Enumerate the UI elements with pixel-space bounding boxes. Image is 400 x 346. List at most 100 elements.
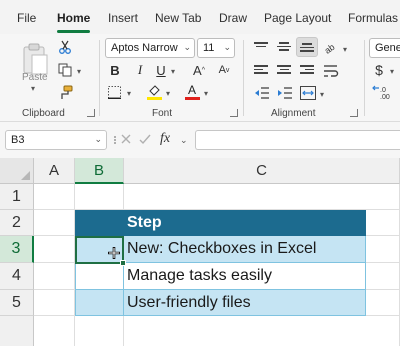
- copy-dropdown-icon[interactable]: ▾: [77, 67, 81, 76]
- row-header-1[interactable]: 1: [0, 184, 34, 210]
- format-painter-button[interactable]: [57, 84, 73, 100]
- cell-b1[interactable]: [75, 184, 124, 210]
- name-box-value: B3: [11, 134, 25, 146]
- increase-indent-button[interactable]: [277, 86, 293, 100]
- tab-file[interactable]: File: [17, 11, 36, 25]
- shrink-font-label: A: [218, 64, 226, 76]
- tab-insert[interactable]: Insert: [108, 11, 138, 25]
- cell-b6[interactable]: [75, 316, 124, 346]
- row-header-3[interactable]: 3: [0, 236, 34, 263]
- paint-bucket-icon: [146, 85, 162, 100]
- worksheet-grid[interactable]: A B C 1 2 3 4 5 Step New: Checkboxes in …: [0, 158, 400, 346]
- currency-button[interactable]: $: [373, 62, 385, 78]
- enter-check-icon[interactable]: [139, 134, 151, 145]
- font-color-dropdown-icon[interactable]: ▾: [204, 89, 208, 98]
- currency-dropdown-icon[interactable]: ▾: [390, 67, 394, 76]
- cell-c2[interactable]: Step: [124, 210, 366, 236]
- tab-new-tab[interactable]: New Tab: [155, 11, 201, 25]
- font-group-label: Font: [152, 108, 173, 119]
- orientation-dropdown-icon[interactable]: ▾: [343, 45, 347, 54]
- font-size-dropdown[interactable]: 11 ⌄: [197, 38, 235, 58]
- align-top-icon[interactable]: [254, 42, 268, 54]
- align-middle-icon[interactable]: [277, 42, 291, 54]
- number-format-dropdown[interactable]: Genera: [369, 38, 400, 58]
- name-box[interactable]: B3 ⌄: [5, 130, 107, 150]
- wrap-text-button[interactable]: [323, 64, 339, 78]
- underline-button[interactable]: U: [154, 62, 168, 78]
- cell-c1[interactable]: [124, 184, 400, 210]
- align-bottom-icon: [300, 43, 314, 55]
- group-separator: [99, 40, 100, 116]
- font-size-value: 11: [203, 42, 215, 54]
- tab-home[interactable]: Home: [57, 11, 90, 25]
- decrease-indent-button[interactable]: [254, 86, 270, 100]
- borders-button[interactable]: [106, 84, 122, 100]
- row-header-5[interactable]: 5: [0, 290, 34, 316]
- paste-dropdown-icon[interactable]: ▾: [31, 84, 35, 93]
- cell-b2[interactable]: [75, 210, 124, 236]
- cut-button[interactable]: [57, 39, 73, 55]
- clipboard-launcher-icon[interactable]: [87, 109, 95, 117]
- merge-center-button[interactable]: [300, 86, 316, 100]
- cell-d2[interactable]: [366, 210, 400, 236]
- cell-c3[interactable]: New: Checkboxes in Excel: [124, 236, 366, 263]
- merge-dropdown-icon[interactable]: ▾: [320, 90, 324, 99]
- cell-c4[interactable]: Manage tasks easily: [124, 263, 366, 290]
- bold-button[interactable]: B: [108, 62, 122, 78]
- cell-a2[interactable]: [34, 210, 75, 236]
- cancel-icon[interactable]: [121, 134, 131, 144]
- fill-color-dropdown-icon[interactable]: ▾: [166, 89, 170, 98]
- cell-a3[interactable]: [34, 236, 75, 263]
- cell-a1[interactable]: [34, 184, 75, 210]
- underline-dropdown-icon[interactable]: ▾: [171, 67, 175, 76]
- column-header-b[interactable]: B: [75, 158, 124, 184]
- increase-decimal-button[interactable]: .0 .00: [372, 84, 400, 100]
- format-painter-icon: [60, 85, 72, 99]
- row-header-6[interactable]: [0, 316, 34, 346]
- cell-c5[interactable]: User-friendly files: [124, 290, 366, 316]
- column-header-c[interactable]: C: [124, 158, 400, 184]
- italic-button[interactable]: I: [133, 62, 147, 78]
- fill-color-button[interactable]: [146, 83, 162, 101]
- group-separator: [364, 40, 365, 116]
- cell-d4[interactable]: [366, 263, 400, 290]
- insert-function-button[interactable]: fx: [160, 131, 170, 147]
- font-color-icon: A: [184, 83, 200, 100]
- cell-a6[interactable]: [34, 316, 75, 346]
- cell-b4[interactable]: [75, 263, 124, 290]
- cell-c6[interactable]: [124, 316, 400, 346]
- row-header-4[interactable]: 4: [0, 263, 34, 290]
- tab-page-layout[interactable]: Page Layout: [264, 11, 331, 25]
- cell-b5[interactable]: [75, 290, 124, 316]
- borders-dropdown-icon[interactable]: ▾: [127, 89, 131, 98]
- font-name-dropdown[interactable]: Aptos Narrow ⌄: [105, 38, 195, 58]
- cell-d3[interactable]: [366, 236, 400, 263]
- cell-a5[interactable]: [34, 290, 75, 316]
- font-color-button[interactable]: A: [184, 82, 200, 101]
- row-header-2[interactable]: 2: [0, 210, 34, 236]
- ribbon: Paste ▾ ▾ Clipboard Aptos Narrow ⌄ 11 ⌄ …: [0, 34, 400, 122]
- align-right-icon[interactable]: [300, 65, 314, 77]
- decrease-font-size-button[interactable]: Av: [216, 62, 232, 78]
- tab-formulas[interactable]: Formulas: [348, 11, 398, 25]
- tab-draw[interactable]: Draw: [219, 11, 247, 25]
- copy-button[interactable]: [57, 62, 73, 78]
- orientation-button[interactable]: ab: [323, 40, 339, 56]
- increase-indent-icon: [278, 87, 292, 99]
- column-header-a[interactable]: A: [34, 158, 75, 184]
- cell-d5[interactable]: [366, 290, 400, 316]
- scissors-icon: [59, 40, 71, 54]
- select-all-button[interactable]: [0, 158, 34, 184]
- function-dropdown-icon[interactable]: ⌄: [180, 135, 188, 146]
- chevron-down-icon: ⌄: [223, 42, 231, 52]
- formula-input[interactable]: [195, 130, 400, 150]
- align-center-icon[interactable]: [277, 65, 291, 77]
- increase-font-size-button[interactable]: A ^: [191, 62, 207, 78]
- alignment-launcher-icon[interactable]: [350, 109, 358, 117]
- caret-up-icon: ^: [201, 66, 205, 74]
- chevron-down-icon: ⌄: [94, 134, 102, 144]
- cell-a4[interactable]: [34, 263, 75, 290]
- align-left-icon[interactable]: [254, 65, 268, 77]
- font-launcher-icon[interactable]: [230, 109, 238, 117]
- wrap-text-icon: [324, 65, 339, 77]
